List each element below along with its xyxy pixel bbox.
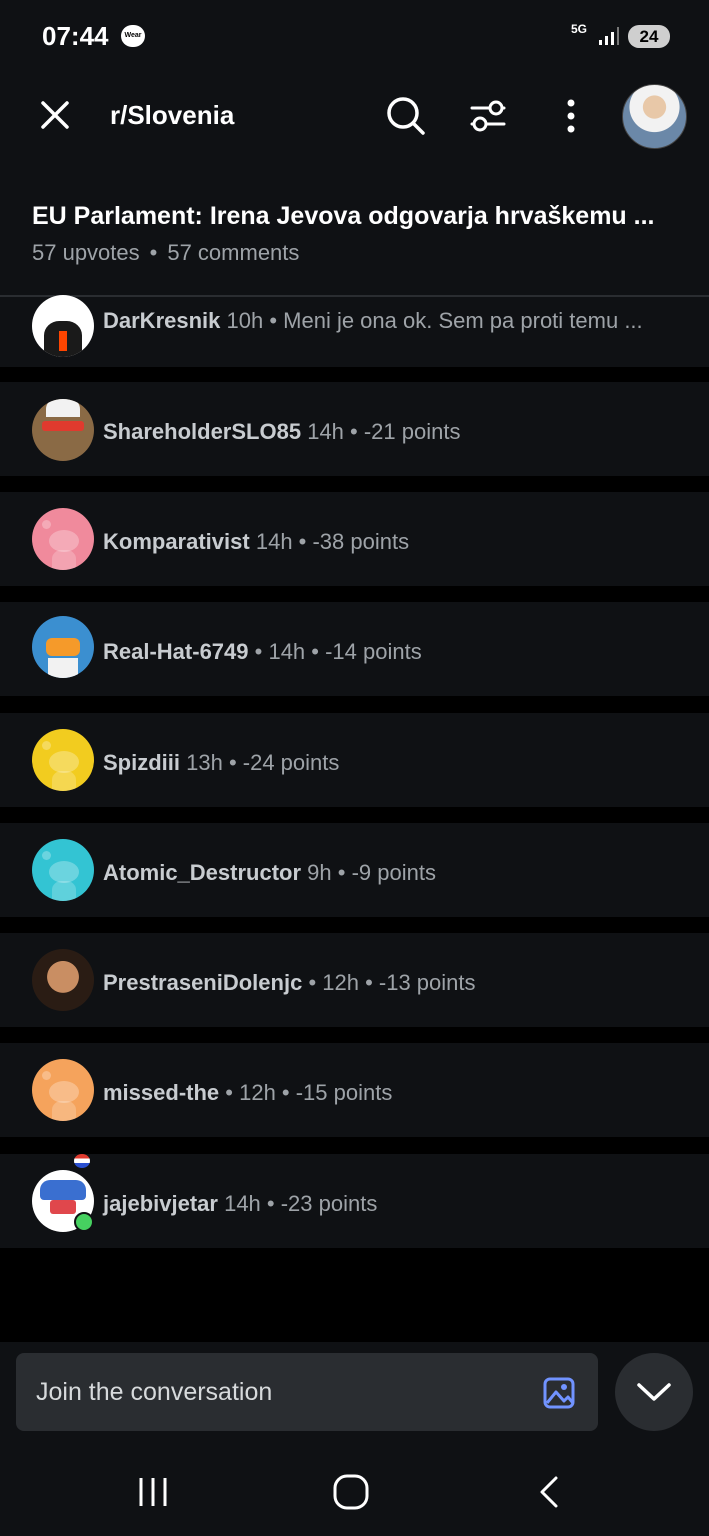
- comment-line: PrestraseniDolenjc • 12h • -13 points: [103, 970, 476, 996]
- status-bar: 07:44 Wear 5G 24: [0, 0, 709, 72]
- comment-line: DarKresnik 10h • Meni je ona ok. Sem pa …: [103, 308, 643, 334]
- post-header: r/Slovenia EU Parlament: Irena Jevova od…: [0, 72, 709, 297]
- comment-composer: Join the conversation: [0, 1342, 709, 1450]
- comment-row[interactable]: Spizdiii 13h • -24 points: [0, 713, 709, 807]
- croatian-flag-icon: [74, 1154, 90, 1168]
- comment-row[interactable]: Komparativist 14h • -38 points: [0, 492, 709, 586]
- comment-username[interactable]: PrestraseniDolenjc: [103, 970, 302, 995]
- network-5g-icon: 5G: [571, 22, 588, 36]
- comment-username[interactable]: jajebivjetar: [103, 1191, 218, 1216]
- snoo-head: [49, 861, 79, 883]
- comment-meta: • 12h • -13 points: [308, 970, 476, 995]
- avatar-mask: [50, 1200, 76, 1214]
- avatar: [32, 949, 94, 1011]
- avatar-glasses: [42, 421, 84, 431]
- battery-indicator: 24: [628, 25, 670, 48]
- signal-icon: [599, 27, 619, 45]
- comment-meta: • 12h • -15 points: [225, 1080, 393, 1105]
- comment-line: Spizdiii 13h • -24 points: [103, 750, 339, 776]
- avatar: [32, 295, 94, 357]
- comment-username[interactable]: Atomic_Destructor: [103, 860, 301, 885]
- comment-row[interactable]: missed-the • 12h • -15 points: [0, 1043, 709, 1137]
- avatar: [32, 839, 94, 901]
- comment-username[interactable]: Real-Hat-6749: [103, 639, 249, 664]
- comment-meta: 9h • -9 points: [307, 860, 436, 885]
- online-status-dot: [74, 1212, 94, 1232]
- comment-username[interactable]: Komparativist: [103, 529, 250, 554]
- snoo-body: [52, 771, 76, 791]
- avatar: [32, 399, 94, 461]
- comment-count: 57 comments: [167, 240, 300, 265]
- upvote-count: 57 upvotes: [32, 240, 140, 265]
- image-icon[interactable]: [542, 1376, 576, 1410]
- comment-meta: 13h • -24 points: [186, 750, 340, 775]
- wear-icon: Wear: [121, 25, 145, 47]
- meta-separator: •: [149, 240, 158, 265]
- post-meta: 57 upvotes • 57 comments: [32, 240, 299, 266]
- close-icon[interactable]: [36, 96, 74, 134]
- subreddit-name[interactable]: r/Slovenia: [110, 100, 234, 131]
- comment-input[interactable]: Join the conversation: [16, 1353, 598, 1431]
- avatar-face: [46, 638, 80, 656]
- comment-row[interactable]: DarKresnik 10h • Meni je ona ok. Sem pa …: [0, 295, 709, 367]
- user-avatar[interactable]: [622, 84, 687, 149]
- system-nav-bar: [0, 1450, 709, 1536]
- comment-input-placeholder: Join the conversation: [36, 1378, 273, 1406]
- snoo-head: [49, 1081, 79, 1103]
- comment-line: ShareholderSLO85 14h • -21 points: [103, 419, 460, 445]
- avatar: [32, 616, 94, 678]
- avatar: [32, 508, 94, 570]
- comment-meta: 10h • Meni je ona ok. Sem pa proti temu …: [226, 308, 643, 333]
- comment-row[interactable]: PrestraseniDolenjc • 12h • -13 points: [0, 933, 709, 1027]
- comment-line: Real-Hat-6749 • 14h • -14 points: [103, 639, 422, 665]
- snoo-body: [52, 550, 76, 570]
- comment-username[interactable]: DarKresnik: [103, 308, 220, 333]
- more-vertical-icon[interactable]: [549, 94, 593, 138]
- comment-meta: 14h • -23 points: [224, 1191, 378, 1216]
- status-time: 07:44: [42, 21, 109, 51]
- snoo-head: [49, 530, 79, 552]
- filter-icon[interactable]: [466, 94, 510, 138]
- comment-row[interactable]: Atomic_Destructor 9h • -9 points: [0, 823, 709, 917]
- comment-row[interactable]: jajebivjetar 14h • -23 points: [0, 1154, 709, 1248]
- comment-row[interactable]: ShareholderSLO85 14h • -21 points: [0, 382, 709, 476]
- snoo-body: [52, 1101, 76, 1121]
- snoo-antenna: [42, 741, 51, 750]
- snoo-antenna: [42, 520, 51, 529]
- comment-row[interactable]: Real-Hat-6749 • 14h • -14 points: [0, 602, 709, 696]
- avatar: [32, 729, 94, 791]
- search-icon[interactable]: [384, 94, 428, 138]
- snoo-antenna: [42, 851, 51, 860]
- chevron-down-icon[interactable]: [615, 1353, 693, 1431]
- avatar-hat: [46, 399, 80, 417]
- comment-line: Komparativist 14h • -38 points: [103, 529, 409, 555]
- comment-line: jajebivjetar 14h • -23 points: [103, 1191, 377, 1217]
- comment-username[interactable]: ShareholderSLO85: [103, 419, 301, 444]
- comment-username[interactable]: Spizdiii: [103, 750, 180, 775]
- avatar-hair: [40, 1180, 86, 1200]
- snoo-antenna: [42, 1071, 51, 1080]
- comment-line: missed-the • 12h • -15 points: [103, 1080, 392, 1106]
- avatar-tie: [59, 331, 67, 351]
- comment-line: Atomic_Destructor 9h • -9 points: [103, 860, 436, 886]
- back-icon[interactable]: [528, 1470, 572, 1514]
- recents-icon[interactable]: [131, 1470, 175, 1514]
- post-title[interactable]: EU Parlament: Irena Jevova odgovarja hrv…: [32, 202, 680, 231]
- comment-meta: 14h • -21 points: [307, 419, 461, 444]
- comment-username[interactable]: missed-the: [103, 1080, 219, 1105]
- avatar-shirt: [48, 658, 78, 678]
- snoo-head: [49, 751, 79, 773]
- snoo-body: [52, 881, 76, 901]
- screen: 07:44 Wear 5G 24 r/Slovenia EU Parlament…: [0, 0, 709, 1536]
- avatar: [32, 1059, 94, 1121]
- comment-meta: • 14h • -14 points: [254, 639, 422, 664]
- comment-meta: 14h • -38 points: [255, 529, 410, 554]
- home-icon[interactable]: [329, 1470, 373, 1514]
